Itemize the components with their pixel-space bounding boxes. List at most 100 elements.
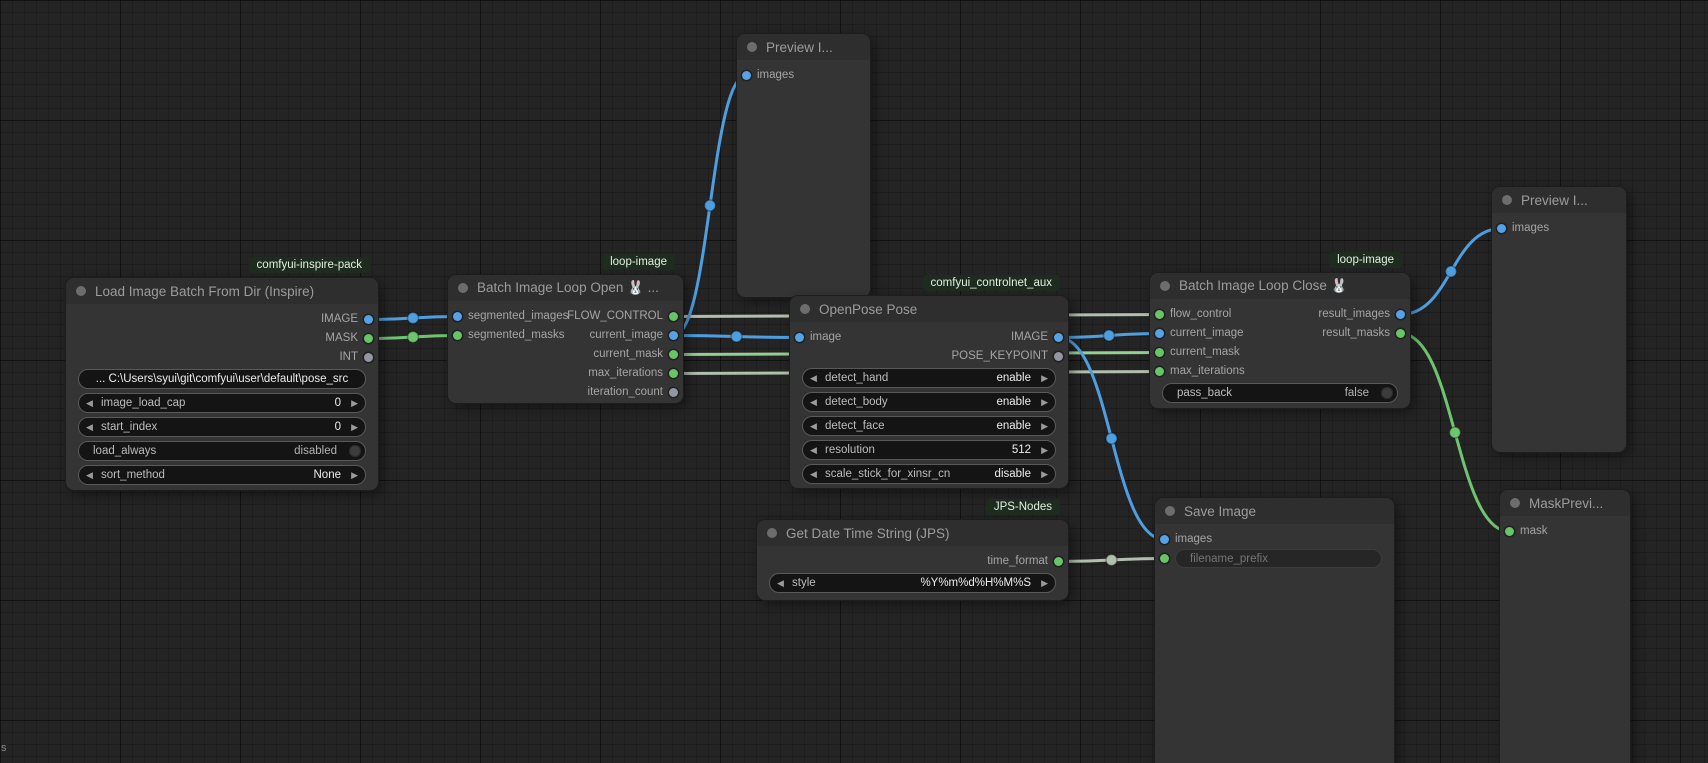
- toggle-knob[interactable]: [349, 445, 361, 457]
- widget-detect_hand[interactable]: ◀detect_handenable▶: [802, 368, 1056, 388]
- increment-arrow-icon[interactable]: ▶: [351, 421, 358, 434]
- collapse-dot-icon[interactable]: [800, 304, 810, 314]
- node-title-bar[interactable]: Get Date Time String (JPS): [757, 520, 1068, 546]
- output-slot-MASK[interactable]: [364, 334, 373, 343]
- output-slot-IMAGE[interactable]: [1054, 333, 1063, 342]
- output-slot-time_format[interactable]: [1054, 557, 1063, 566]
- decrement-arrow-icon[interactable]: ◀: [810, 396, 817, 409]
- node-title-bar[interactable]: Batch Image Loop Close 🐰: [1150, 273, 1410, 299]
- widget-resolution[interactable]: ◀resolution512▶: [802, 440, 1056, 460]
- collapse-dot-icon[interactable]: [1502, 195, 1512, 205]
- inline-widget-filename-prefix[interactable]: filename_prefix: [1175, 549, 1382, 568]
- increment-arrow-icon[interactable]: ▶: [1041, 372, 1048, 385]
- input-slot-images[interactable]: [1160, 535, 1169, 544]
- node-title-bar[interactable]: Preview I...: [737, 34, 870, 60]
- output-slot-result_masks[interactable]: [1396, 329, 1405, 338]
- output-slot-label: IMAGE: [1011, 331, 1048, 343]
- node-openpose-pose[interactable]: comfyui_controlnet_auxOpenPose Poseimage…: [790, 296, 1068, 488]
- input-slot-images[interactable]: [1497, 224, 1506, 233]
- node-title: OpenPose Pose: [819, 302, 917, 317]
- widget-detect_body[interactable]: ◀ detect_body enable ▶: [802, 392, 1056, 412]
- increment-arrow-icon[interactable]: ▶: [1041, 420, 1048, 433]
- input-slot-segmented_images[interactable]: [453, 312, 462, 321]
- increment-arrow-icon[interactable]: ▶: [351, 469, 358, 482]
- input-slot-image[interactable]: [795, 333, 804, 342]
- widget-image_load_cap[interactable]: ◀image_load_cap0▶: [78, 393, 366, 413]
- collapse-dot-icon[interactable]: [747, 42, 757, 52]
- node-preview-image-top[interactable]: Preview I...images: [737, 34, 870, 297]
- input-slot-flow_control[interactable]: [1155, 310, 1164, 319]
- output-slot-iteration_count[interactable]: [669, 388, 678, 397]
- output-slot-IMAGE[interactable]: [364, 315, 373, 324]
- output-slot-FLOW_CONTROL[interactable]: [669, 312, 678, 321]
- widget-path[interactable]: ... C:\Users\syui\git\comfyui\user\defau…: [78, 369, 366, 389]
- collapse-dot-icon[interactable]: [1510, 498, 1520, 508]
- output-slot-label: result_images: [1318, 308, 1390, 320]
- decrement-arrow-icon[interactable]: ◀: [810, 444, 817, 457]
- decrement-arrow-icon[interactable]: ◀: [86, 469, 93, 482]
- output-slot-POSE_KEYPOINT[interactable]: [1054, 352, 1063, 361]
- input-slot-filename_prefix[interactable]: [1160, 554, 1169, 563]
- decrement-arrow-icon[interactable]: ◀: [810, 468, 817, 481]
- node-title-bar[interactable]: Load Image Batch From Dir (Inspire): [66, 278, 378, 304]
- increment-arrow-icon[interactable]: ▶: [351, 397, 358, 410]
- output-slot-result_images[interactable]: [1396, 310, 1405, 319]
- input-slot-max_iterations[interactable]: [1155, 367, 1164, 376]
- widget-detect_face[interactable]: ◀detect_faceenable▶: [802, 416, 1056, 436]
- input-slot-mask[interactable]: [1505, 527, 1514, 536]
- widget-start_index[interactable]: ◀start_index0▶: [78, 417, 366, 437]
- node-mask-preview[interactable]: MaskPrevi...mask: [1500, 490, 1630, 763]
- node-title: Save Image: [1184, 504, 1256, 519]
- collapse-dot-icon[interactable]: [767, 528, 777, 538]
- output-slot-max_iterations[interactable]: [669, 369, 678, 378]
- widget-label: detect_body: [825, 396, 888, 408]
- widget-style[interactable]: ◀ style %Y%m%d%H%M%S ▶: [769, 573, 1056, 593]
- input-slot-images[interactable]: [742, 71, 751, 80]
- output-slot-current_mask[interactable]: [669, 350, 678, 359]
- output-slot-INT[interactable]: [364, 353, 373, 362]
- node-batch-loop-close[interactable]: loop-imageBatch Image Loop Close 🐰flow_c…: [1150, 273, 1410, 408]
- node-batch-loop-open[interactable]: loop-imageBatch Image Loop Open 🐰 ...seg…: [448, 275, 683, 403]
- link-midpoint-dot: [1106, 433, 1117, 444]
- slot-row: flow_controlresult_images: [1150, 305, 1410, 324]
- node-get-date-time[interactable]: JPS-NodesGet Date Time String (JPS)time_…: [757, 520, 1068, 600]
- output-slot-label: time_format: [987, 555, 1048, 567]
- collapse-dot-icon[interactable]: [1165, 506, 1175, 516]
- increment-arrow-icon[interactable]: ▶: [1041, 468, 1048, 481]
- widget-pass_back[interactable]: pass_backfalse: [1162, 383, 1398, 403]
- toggle-knob[interactable]: [1381, 387, 1393, 399]
- input-slot-current_image[interactable]: [1155, 329, 1164, 338]
- collapse-dot-icon[interactable]: [458, 283, 468, 293]
- decrement-arrow-icon[interactable]: ◀: [777, 577, 784, 590]
- increment-arrow-icon[interactable]: ▶: [1041, 577, 1048, 590]
- graph-canvas[interactable]: s comfyui-inspire-packLoad Image Batch F…: [0, 0, 1708, 763]
- node-save-image[interactable]: Save Imageimagesfilename_prefix: [1155, 498, 1394, 763]
- decrement-arrow-icon[interactable]: ◀: [810, 372, 817, 385]
- node-title-bar[interactable]: Preview I...: [1492, 187, 1626, 213]
- node-preview-image-right[interactable]: Preview I...images: [1492, 187, 1626, 452]
- decrement-arrow-icon[interactable]: ◀: [86, 421, 93, 434]
- widget-label: style: [792, 577, 816, 589]
- widget-value: enable: [996, 396, 1031, 408]
- increment-arrow-icon[interactable]: ▶: [1041, 396, 1048, 409]
- decrement-arrow-icon[interactable]: ◀: [86, 397, 93, 410]
- node-load-image-batch[interactable]: comfyui-inspire-packLoad Image Batch Fro…: [66, 278, 378, 490]
- node-title-bar[interactable]: Save Image: [1155, 498, 1394, 524]
- node-title-bar[interactable]: MaskPrevi...: [1500, 490, 1630, 516]
- input-slot-segmented_masks[interactable]: [453, 331, 462, 340]
- decrement-arrow-icon[interactable]: ◀: [810, 420, 817, 433]
- widget-value: enable: [996, 420, 1031, 432]
- output-slot-current_image[interactable]: [669, 331, 678, 340]
- collapse-dot-icon[interactable]: [76, 286, 86, 296]
- collapse-dot-icon[interactable]: [1160, 281, 1170, 291]
- input-slot-current_mask[interactable]: [1155, 348, 1164, 357]
- increment-arrow-icon[interactable]: ▶: [1041, 444, 1048, 457]
- node-title-bar[interactable]: OpenPose Pose: [790, 296, 1068, 322]
- node-title: Preview I...: [766, 40, 833, 55]
- widget-scale_stick_for_xinsr_cn[interactable]: ◀scale_stick_for_xinsr_cndisable▶: [802, 464, 1056, 484]
- widget-label: image_load_cap: [101, 397, 185, 409]
- node-title-bar[interactable]: Batch Image Loop Open 🐰 ...: [448, 275, 683, 301]
- widget-load_always[interactable]: load_alwaysdisabled: [78, 441, 366, 461]
- widget-value: %Y%m%d%H%M%S: [920, 577, 1031, 589]
- widget-sort_method[interactable]: ◀sort_methodNone▶: [78, 465, 366, 485]
